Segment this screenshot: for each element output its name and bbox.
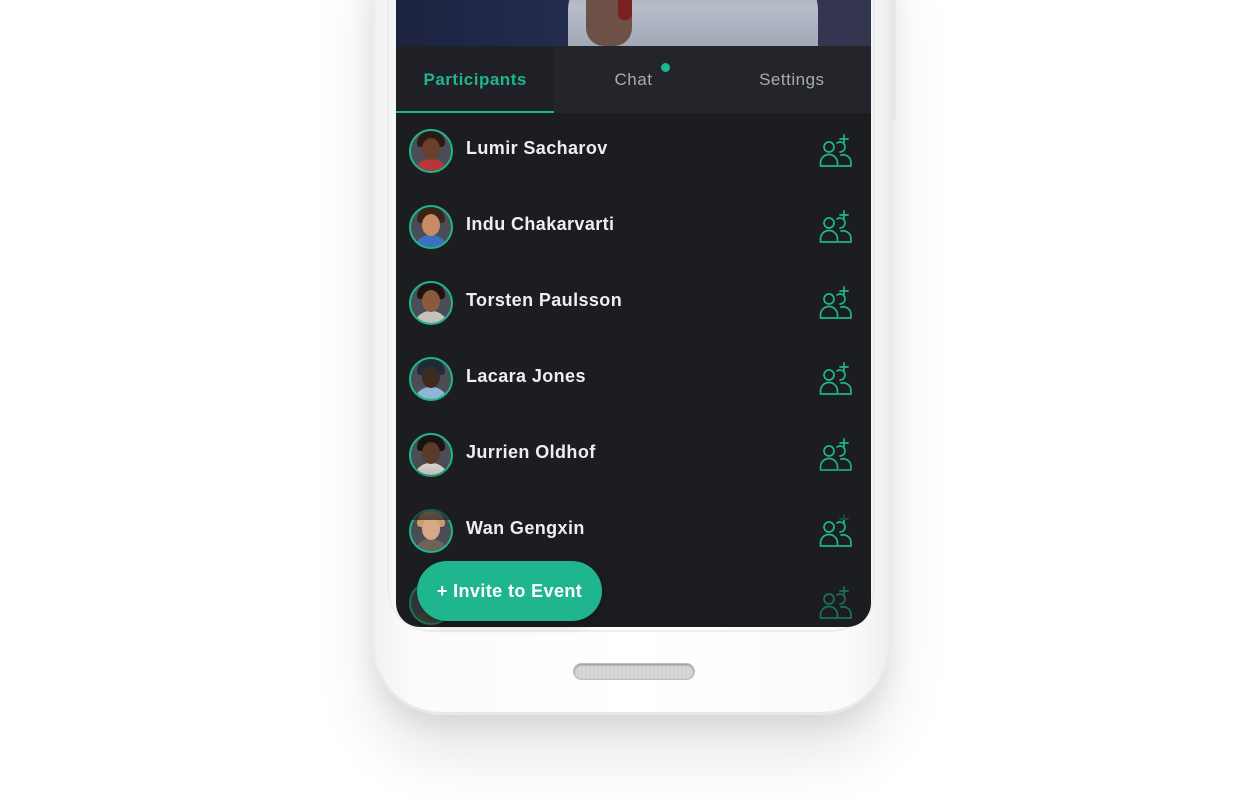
app-screen: Participants Chat Settings Lumir Sacharo… xyxy=(396,0,871,627)
participant-row[interactable]: Jurrien Oldhof xyxy=(396,417,871,493)
participant-name: Lacara Jones xyxy=(466,366,586,386)
participant-name: Jurrien Oldhof xyxy=(466,442,596,462)
add-user-icon[interactable] xyxy=(819,514,853,548)
tab-bar: Participants Chat Settings xyxy=(396,46,871,113)
participant-name: Lumir Sacharov xyxy=(466,138,608,158)
add-user-icon[interactable] xyxy=(819,210,853,244)
add-user-icon[interactable] xyxy=(819,438,853,472)
tab-chat-label: Chat xyxy=(614,69,653,89)
add-user-icon[interactable] xyxy=(819,586,853,620)
tab-participants-label: Participants xyxy=(423,69,527,89)
tab-participants[interactable]: Participants xyxy=(396,46,555,113)
participant-row[interactable]: Wan Gengxin xyxy=(396,493,871,569)
invite-to-event-button[interactable]: + Invite to Event xyxy=(417,561,602,621)
participant-avatar[interactable] xyxy=(409,281,453,325)
participant-row[interactable]: Torsten Paulsson xyxy=(396,265,871,341)
participant-avatar[interactable] xyxy=(409,509,453,553)
participant-name: Indu Chakarvarti xyxy=(466,214,615,234)
tab-chat[interactable]: Chat xyxy=(554,46,712,113)
chat-notification-dot xyxy=(661,63,671,72)
participant-avatar[interactable] xyxy=(409,357,453,401)
participant-row[interactable]: Indu Chakarvarti xyxy=(396,189,871,265)
participant-avatar[interactable] xyxy=(409,129,453,173)
invite-button-label: + Invite to Event xyxy=(436,580,583,601)
phone-side-button xyxy=(890,0,896,120)
participant-row[interactable]: Lacara Jones xyxy=(396,341,871,417)
event-video-hero[interactable] xyxy=(396,0,871,46)
tab-settings-label: Settings xyxy=(759,69,825,89)
phone-home-button[interactable] xyxy=(573,663,695,680)
participant-list: Lumir Sacharov Indu Chakarvarti Torsten Pa… xyxy=(396,113,871,627)
participant-name: Torsten Paulsson xyxy=(466,290,623,310)
add-user-icon[interactable] xyxy=(819,134,853,168)
add-user-icon[interactable] xyxy=(819,286,853,320)
participant-name: Wan Gengxin xyxy=(466,518,585,538)
add-user-icon[interactable] xyxy=(819,362,853,396)
tab-settings[interactable]: Settings xyxy=(713,46,871,113)
participant-avatar[interactable] xyxy=(409,205,453,249)
participant-row[interactable]: Lumir Sacharov xyxy=(396,113,871,189)
hero-microphone xyxy=(618,0,632,20)
participant-avatar[interactable] xyxy=(409,433,453,477)
